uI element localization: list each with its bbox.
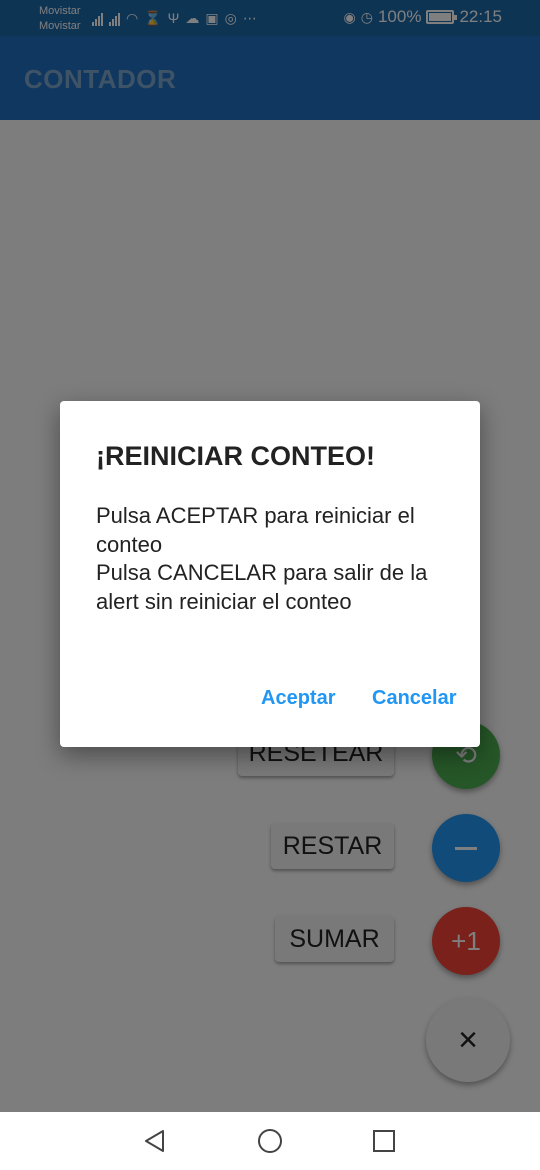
- navigation-bar: [0, 1112, 540, 1170]
- dialog-message: Pulsa ACEPTAR para reiniciar el conteo P…: [96, 503, 428, 614]
- back-icon[interactable]: [143, 1129, 167, 1153]
- cancel-button[interactable]: Cancelar: [372, 687, 457, 710]
- home-icon[interactable]: [258, 1129, 282, 1153]
- accept-button[interactable]: Aceptar: [261, 687, 335, 710]
- dialog-title: ¡REINICIAR CONTEO!: [96, 441, 375, 471]
- reset-dialog: ¡REINICIAR CONTEO! Pulsa ACEPTAR para re…: [60, 401, 480, 747]
- recent-apps-icon[interactable]: [373, 1130, 395, 1152]
